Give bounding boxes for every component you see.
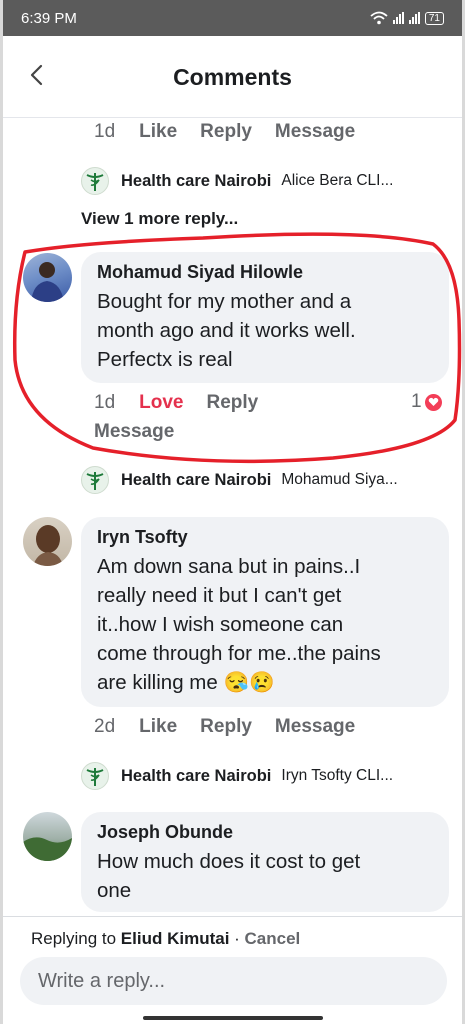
reply-button[interactable]: Reply bbox=[200, 716, 252, 738]
comment-text: Am down sana but in pains..I really need… bbox=[97, 555, 381, 694]
signal-icon bbox=[408, 12, 420, 24]
reply-button[interactable]: Reply bbox=[207, 392, 259, 414]
comment-author[interactable]: Joseph Obunde bbox=[97, 822, 435, 843]
comment-author[interactable]: Iryn Tsofty bbox=[97, 527, 435, 548]
status-bar: 6:39 PM 71 bbox=[3, 0, 462, 36]
home-indicator bbox=[143, 1016, 323, 1020]
avatar[interactable] bbox=[23, 253, 72, 302]
page-avatar bbox=[81, 167, 109, 195]
heart-reaction-icon bbox=[424, 393, 442, 411]
page-avatar bbox=[81, 466, 109, 494]
wifi-icon bbox=[370, 11, 388, 25]
comment-actions-second-row: Message bbox=[94, 421, 197, 443]
page-reply-preview[interactable]: Health care Nairobi Mohamud Siya... bbox=[81, 466, 398, 494]
phone-screen: 6:39 PM 71 Comments 1d Like Reply Messag… bbox=[3, 0, 462, 1024]
comment-actions: 1d Love Reply bbox=[94, 392, 281, 414]
person-face-icon bbox=[33, 525, 63, 566]
view-more-replies-link[interactable]: View 1 more reply... bbox=[81, 209, 238, 229]
comment-text: Bought for my mother and a month ago and… bbox=[97, 290, 356, 371]
cancel-reply-button[interactable]: Cancel bbox=[245, 929, 301, 948]
comment-author[interactable]: Mohamud Siyad Hilowle bbox=[97, 262, 435, 283]
page-reply-preview[interactable]: Health care Nairobi Iryn Tsofty CLI... bbox=[81, 762, 393, 790]
avatar[interactable] bbox=[23, 812, 72, 861]
reaction-count-number: 1 bbox=[411, 391, 422, 412]
reaction-count[interactable]: 1 bbox=[411, 391, 442, 413]
comment-actions: 1d Like Reply Message bbox=[94, 121, 378, 143]
caduceus-logo-icon bbox=[86, 768, 104, 786]
battery-icon: 71 bbox=[424, 11, 444, 25]
landscape-photo-icon bbox=[23, 837, 72, 861]
page-name: Health care Nairobi bbox=[121, 766, 272, 785]
reply-target-name: Eliud Kimutai bbox=[120, 929, 230, 948]
caduceus-logo-icon bbox=[86, 173, 104, 191]
replying-to-label: Replying to Eliud Kimutai · Cancel bbox=[31, 929, 301, 948]
page-reply-preview[interactable]: Health care Nairobi Alice Bera CLI... bbox=[81, 167, 393, 195]
avatar[interactable] bbox=[23, 517, 72, 566]
reply-snippet: Mohamud Siya... bbox=[281, 471, 398, 488]
reply-button[interactable]: Reply bbox=[200, 121, 252, 143]
like-button[interactable]: Like bbox=[139, 716, 177, 738]
comment-bubble: Joseph Obunde How much does it cost to g… bbox=[81, 812, 449, 912]
comment-age: 1d bbox=[94, 392, 116, 413]
comment-actions: 2d Like Reply Message bbox=[94, 716, 378, 738]
comment-age: 1d bbox=[94, 121, 116, 142]
status-time: 6:39 PM bbox=[21, 9, 77, 27]
header: Comments bbox=[3, 36, 462, 118]
message-button[interactable]: Message bbox=[275, 716, 355, 738]
comment-bubble: Iryn Tsofty Am down sana but in pains..I… bbox=[81, 517, 449, 707]
page-name: Health care Nairobi bbox=[121, 171, 272, 190]
love-button[interactable]: Love bbox=[139, 392, 183, 414]
message-button[interactable]: Message bbox=[94, 421, 174, 443]
page-name: Health care Nairobi bbox=[121, 470, 272, 489]
page-avatar bbox=[81, 762, 109, 790]
reply-snippet: Iryn Tsofty CLI... bbox=[281, 767, 394, 784]
reply-composer: Replying to Eliud Kimutai · Cancel bbox=[3, 916, 462, 1024]
comment-age: 2d bbox=[94, 716, 116, 737]
page-title: Comments bbox=[173, 64, 292, 90]
comment-bubble: Mohamud Siyad Hilowle Bought for my moth… bbox=[81, 252, 449, 383]
status-icons: 71 bbox=[370, 11, 444, 25]
message-button[interactable]: Message bbox=[275, 121, 355, 143]
comment-text: How much does it cost to get one bbox=[97, 850, 361, 902]
caduceus-logo-icon bbox=[86, 472, 104, 490]
person-silhouette-icon bbox=[31, 262, 64, 302]
reply-input[interactable] bbox=[20, 957, 447, 1005]
signal-icon bbox=[392, 12, 404, 24]
reply-snippet: Alice Bera CLI... bbox=[281, 172, 394, 189]
like-button[interactable]: Like bbox=[139, 121, 177, 143]
